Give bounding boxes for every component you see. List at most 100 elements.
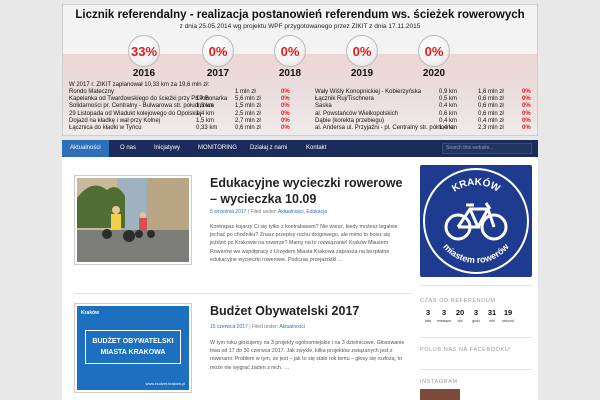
counter-value: 31 [487, 308, 497, 317]
route-length: 1 km [196, 96, 210, 103]
referendum-countdown: 3 lata 3 miesiące 20 dni 3 godz 31 min 19 seku… [420, 308, 532, 323]
post-meta: 5 września 2017 | Filed under: Aktualnoś… [210, 209, 327, 215]
budget-banner-image: Kraków BUDŻET OBYWATELSKI MIASTA KRAKOWA… [77, 306, 189, 390]
krakow-miastem-rowerow-logo[interactable]: KRAKÓW miastem rowerów [420, 165, 532, 277]
thumb-url: www.budzet.krakow.pl [145, 381, 185, 386]
post-filed-label: | Filed under: [249, 324, 279, 330]
referendum-banner: Licznik referendalny - realizacja postan… [62, 4, 538, 136]
search-input[interactable]: Search this website... [442, 143, 532, 154]
main-nav: Aktualności O nas Inicjatywy MONITORING … [62, 140, 538, 157]
route-progress: 0% [522, 124, 531, 131]
route-progress: 0% [281, 110, 290, 117]
post-thumbnail[interactable]: Kraków BUDŻET OBYWATELSKI MIASTA KRAKOWA… [74, 303, 192, 393]
post-excerpt: W tym roku głosujemy na 3 projekty ogóln… [210, 340, 405, 371]
route-progress: 0% [281, 89, 290, 95]
route-length: 0,4 km [439, 117, 458, 124]
route-name: Dojazd na kładkę i wał przy Kolnej [69, 117, 161, 124]
route-name: Saska [315, 103, 332, 110]
year-progress-2019: 0% 2019 [341, 35, 383, 79]
nav-item-o-nas[interactable]: O nas [112, 140, 144, 157]
post-date[interactable]: 5 września 2017 [210, 209, 246, 215]
nav-item-inicjatywy[interactable]: Inicjatywy [146, 140, 188, 157]
nav-item-monitoring[interactable]: MONITORING [190, 140, 245, 157]
route-cost: 0,6 mln zł [478, 96, 504, 103]
sidebar: KRAKÓW miastem rowerów CZAS OD REFERENDU… [420, 157, 538, 400]
route-progress: 0% [522, 117, 531, 124]
post-filed-label: | Filed under: [247, 209, 277, 215]
main-content: Edukacyjne wycieczki rowerowe – wycieczk… [62, 157, 538, 400]
route-length: 0,9 km [439, 89, 458, 95]
progress-year: 2016 [132, 68, 156, 79]
route-cost: 1 mln zł [235, 89, 256, 95]
post-meta: 15 czerwca 2017 | Filed under: Aktualnoś… [210, 324, 305, 330]
progress-year: 2017 [206, 68, 230, 79]
route-length: 1,4 km [196, 110, 215, 117]
route-progress: 0% [281, 96, 290, 103]
route-cost: 5,6 mln zł [235, 96, 261, 103]
nav-item-dzialaj-z-nami[interactable]: Działaj z nami [242, 140, 295, 157]
counter-unit: miesiące [436, 319, 452, 323]
post-title[interactable]: Budżet Obywatelski 2017 [210, 303, 410, 319]
route-cost: 1,5 mln zł [235, 103, 261, 110]
route-cost: 1,6 mln zł [478, 89, 504, 95]
nav-item-aktualnosci[interactable]: Aktualności [62, 140, 109, 157]
counter-unit: lata [425, 319, 431, 323]
post-categories[interactable]: Aktualności, Edukacja [278, 209, 327, 215]
year-progress-2016: 33% 2016 [123, 35, 165, 79]
route-name: 29 Listopada od Wiadukt kolejowego do Op… [69, 110, 202, 117]
sidebar-divider [420, 337, 532, 338]
instagram-photo[interactable] [420, 389, 460, 400]
counter-unit: godz [472, 319, 480, 323]
counter-cell: 3 lata [420, 308, 436, 323]
post-title[interactable]: Edukacyjne wycieczki rowerowe – wycieczk… [210, 175, 410, 207]
route-cost: 0,6 mln zł [235, 124, 261, 131]
route-cost: 0,4 mln zł [478, 117, 504, 124]
route-length: 0,6 km [439, 110, 458, 117]
route-name: al. Andersa ul. Przyjaźni - pl. Centraln… [315, 124, 454, 131]
banner-subtitle: z dnia 25.05.2014 wg projektu WPF przygo… [179, 23, 421, 30]
route-name: al. Powstańców Wielkopolskich [315, 110, 399, 117]
route-progress: 0% [281, 124, 290, 131]
facebook-title: POLUB NAS NA FACEBOOKU! [420, 347, 512, 353]
counter-value: 20 [455, 308, 465, 317]
post-divider [74, 293, 412, 294]
route-cost: 2,7 mln zł [235, 117, 261, 124]
sidebar-divider [420, 285, 532, 286]
counter-value: 3 [425, 308, 431, 317]
route-length: 1,4 km [439, 124, 458, 131]
banner-plan-note: W 2017 r. ZIKIT zaplanował 10,33 km za 1… [69, 82, 210, 88]
thumb-budget-text: BUDŻET OBYWATELSKI MIASTA KRAKOWA [85, 330, 181, 364]
cyclists-photo [77, 178, 189, 262]
route-progress: 0% [522, 103, 531, 110]
post-excerpt: Kontrapas kojarzy Ci się tylko z kontrab… [210, 224, 398, 263]
progress-circle: 0% [418, 35, 450, 67]
progress-year: 2020 [422, 68, 446, 79]
route-length: 0,5 km [439, 96, 458, 103]
progress-circle: 0% [346, 35, 378, 67]
route-progress: 0% [281, 103, 290, 110]
counter-unit: min [489, 319, 495, 323]
route-length: 1,3 km [196, 103, 215, 110]
route-cost: 0,6 mln zł [478, 110, 504, 117]
counter-value: 3 [473, 308, 479, 317]
route-name: Wały Wiśly Konopnickiej - Kobierzyńska [315, 89, 422, 95]
route-name: Łącznik Ruj/Tischnera [315, 96, 374, 103]
year-progress-2018: 0% 2018 [269, 35, 311, 79]
year-progress-2017: 0% 2017 [197, 35, 239, 79]
counter-value: 19 [503, 308, 513, 317]
post-date[interactable]: 15 czerwca 2017 [210, 324, 248, 330]
post-thumbnail[interactable] [74, 175, 192, 265]
post-categories[interactable]: Aktualności [279, 324, 305, 330]
counter-cell: 3 godz [468, 308, 484, 323]
thumb-brand: Kraków [81, 310, 100, 316]
year-progress-row: 33% 2016 0% 2017 0% 2018 0% 2019 0% 2020 [123, 35, 477, 79]
nav-item-kontakt[interactable]: Kontakt [298, 140, 334, 157]
counter-cell: 20 dni [452, 308, 468, 323]
route-length: 0,33 km [196, 124, 218, 131]
progress-circle: 33% [128, 35, 160, 67]
route-length: 1,5 km [196, 117, 215, 124]
route-name: Dąbie (korekta przebiegu) [315, 117, 385, 124]
instagram-title: INSTAGRAM [420, 379, 458, 385]
counter-cell: 31 min [484, 308, 500, 323]
counter-cell: 3 miesiące [436, 308, 452, 323]
